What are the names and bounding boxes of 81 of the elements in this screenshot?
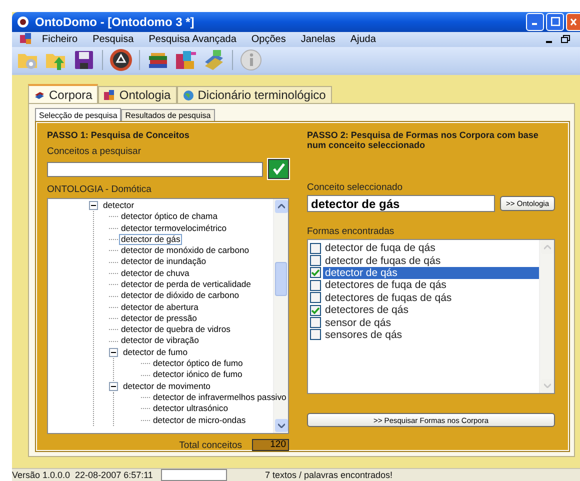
checkbox[interactable] [310, 242, 321, 254]
check-icon [311, 306, 320, 315]
tree-item[interactable]: detector óptico de chama [119, 211, 220, 223]
minimize-button[interactable] [526, 12, 544, 31]
list-item[interactable]: detectores de fuqas de qás [323, 292, 539, 304]
status-message: 7 textos / palavras encontrados! [264, 470, 393, 480]
field-label: Conceitos a pesquisar [47, 146, 142, 157]
tab[interactable]: Ontologia [98, 86, 177, 103]
section-heading: PASSO 2: Pesquisa de Formas nos Corpora com base num conceito seleccionado [307, 130, 540, 152]
menu-item[interactable]: Pesquisa [92, 34, 134, 45]
close-icon [570, 18, 577, 26]
tree-item[interactable]: detector de inundação [119, 256, 208, 268]
maximize-icon [550, 17, 560, 26]
menu-item[interactable]: Janelas [300, 34, 336, 45]
globe-icon [182, 90, 194, 100]
tree-item[interactable]: detector iónico de fumo [151, 369, 244, 381]
tree-item[interactable]: detector [101, 200, 136, 212]
tree-item[interactable]: detector termovelocimétrico [119, 222, 229, 234]
status-field [160, 469, 227, 481]
menu-item[interactable]: Ajuda [350, 34, 376, 45]
checkbox[interactable] [310, 267, 321, 278]
total-label: Total conceitos [179, 440, 242, 450]
tree-item[interactable]: detector de movimento [121, 380, 212, 392]
tree-item[interactable]: detector de abertura [119, 302, 200, 314]
maximize-button[interactable] [546, 12, 564, 31]
tree-item[interactable]: detector de micro-ondas [151, 414, 248, 426]
list-item[interactable]: detectores de fuqa de qás [323, 279, 539, 292]
tree-item[interactable]: detector de fumo [121, 346, 190, 358]
tab[interactable]: Dicionário terminológico [176, 86, 332, 103]
restore-icon[interactable] [561, 35, 570, 44]
search-field[interactable] [47, 162, 263, 176]
total-count: 120 [252, 439, 289, 451]
list-label: Formas encontradas [307, 226, 396, 237]
checkbox[interactable] [310, 317, 321, 328]
concept-field[interactable]: detector de gás [307, 195, 496, 212]
checkbox[interactable] [310, 292, 321, 304]
collapse-icon[interactable] [109, 348, 118, 357]
list-item[interactable]: detector de fuqa de qás [323, 242, 539, 254]
tree-item[interactable]: detector de infravermelhos passivo [151, 392, 288, 404]
tree-item[interactable]: detector ultrasónico [151, 403, 230, 415]
tree-item[interactable]: detector de chuva [119, 268, 192, 280]
window-title: OntoDomo - [Ontodomo 3 *] [35, 14, 194, 29]
scrollbar-thumb[interactable] [275, 262, 287, 296]
tree-item[interactable]: detector de monóxido de carbono [119, 245, 252, 257]
field-label: Conceito seleccionado [307, 182, 404, 193]
section-heading: PASSO 1: Pesquisa de Conceitos [47, 130, 190, 140]
version-text: Versão 1.0.0.0 22-08-2007 6:57:11 [12, 470, 153, 480]
tree-label: ONTOLOGIA - Domótica [47, 184, 152, 195]
book-icon [34, 89, 45, 100]
checkbox[interactable] [310, 329, 321, 340]
collapse-icon[interactable] [89, 201, 98, 210]
check-icon [311, 268, 320, 278]
blocks-icon[interactable] [20, 33, 32, 46]
scrollbar[interactable] [539, 240, 554, 393]
tab[interactable]: Resultados de pesquisa [121, 109, 215, 121]
list-item[interactable]: sensores de qás [323, 328, 539, 341]
collapse-icon[interactable] [109, 382, 118, 391]
tree-item[interactable]: detector de pressão [119, 312, 199, 324]
tree-item[interactable]: detector de quebra de vidros [119, 324, 232, 336]
tab[interactable]: Corpora [28, 84, 98, 103]
close-button[interactable] [566, 12, 580, 31]
list-item[interactable]: detectores de qás [323, 304, 539, 316]
tree-item[interactable]: detector de perda de verticalidade [119, 278, 253, 290]
list-item[interactable]: detector de qás [323, 266, 539, 279]
checkbox[interactable] [310, 255, 321, 266]
blocks-icon [104, 90, 116, 100]
checkbox[interactable] [310, 280, 321, 291]
list-item[interactable]: detector de fuqas de qás [323, 254, 539, 267]
menu-item[interactable]: Ficheiro [42, 34, 78, 45]
tree-item[interactable]: detector de vibração [119, 335, 201, 347]
tab[interactable]: Selecção de pesquisa [35, 108, 122, 121]
tree-item[interactable]: detector de dióxido de carbono [119, 290, 242, 302]
confirm-button[interactable] [268, 159, 289, 179]
tree-item[interactable]: detector de gás [119, 234, 182, 246]
list-item[interactable]: sensor de qás [323, 316, 539, 329]
menu-item[interactable]: Pesquisa Avançada [148, 34, 236, 45]
menu-item[interactable]: Opções [251, 34, 286, 45]
checkbox[interactable] [310, 304, 321, 316]
app-icon [17, 16, 29, 28]
check-icon [272, 162, 286, 176]
tree-item[interactable]: detector óptico de fumo [151, 358, 245, 370]
